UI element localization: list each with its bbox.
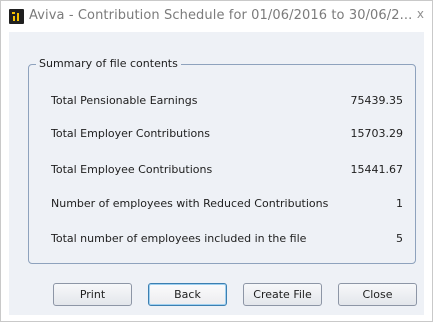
label-total-pensionable-earnings: Total Pensionable Earnings xyxy=(51,94,198,107)
back-button[interactable]: Back xyxy=(148,283,227,306)
label-total-employee-contributions: Total Employee Contributions xyxy=(51,163,213,176)
label-total-employer-contributions: Total Employer Contributions xyxy=(51,127,210,140)
value-total-employees-in-file: 5 xyxy=(396,232,403,245)
value-reduced-contributions-count: 1 xyxy=(396,197,403,210)
dialog-window: Aviva - Contribution Schedule for 01/06/… xyxy=(0,0,433,322)
create-file-button-label: Create File xyxy=(253,288,312,301)
window-title: Aviva - Contribution Schedule for 01/06/… xyxy=(29,8,413,23)
value-total-employee-contributions: 15441.67 xyxy=(350,163,404,176)
label-reduced-contributions-count: Number of employees with Reduced Contrib… xyxy=(51,197,329,210)
close-button[interactable]: Close xyxy=(338,283,417,306)
print-button[interactable]: Print xyxy=(53,283,132,306)
create-file-button[interactable]: Create File xyxy=(243,283,322,306)
app-icon xyxy=(9,9,24,24)
close-button-label: Close xyxy=(362,288,393,301)
title-bar[interactable]: Aviva - Contribution Schedule for 01/06/… xyxy=(1,1,432,31)
summary-legend: Summary of file contents xyxy=(36,57,181,70)
close-icon[interactable]: x xyxy=(417,7,424,21)
print-button-label: Print xyxy=(79,288,106,301)
value-total-employer-contributions: 15703.29 xyxy=(350,127,404,140)
label-total-employees-in-file: Total number of employees included in th… xyxy=(51,232,307,245)
value-total-pensionable-earnings: 75439.35 xyxy=(350,94,404,107)
back-button-label: Back xyxy=(174,288,201,301)
